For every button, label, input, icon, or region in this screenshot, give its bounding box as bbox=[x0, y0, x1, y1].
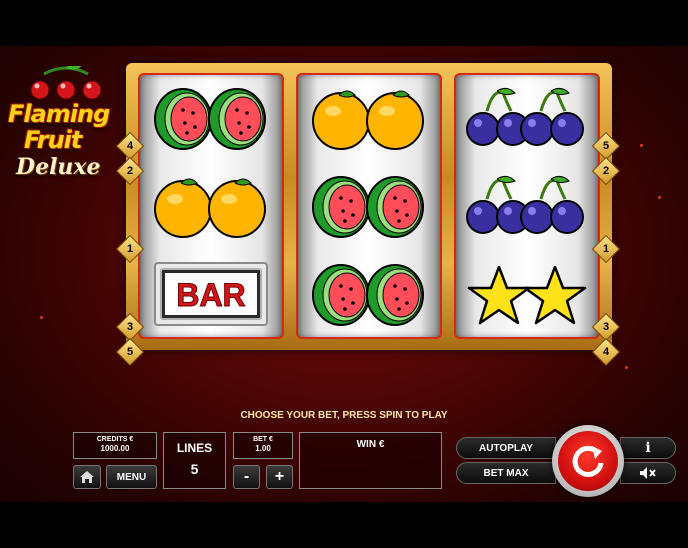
logo-title-line1: Flaming bbox=[8, 100, 110, 128]
credits-value: 1000.00 bbox=[100, 444, 130, 453]
payline-number: 4 bbox=[126, 140, 134, 152]
reel-3 bbox=[454, 73, 600, 339]
orange-symbol bbox=[298, 75, 440, 163]
bar-icon: BAR bbox=[154, 262, 268, 326]
home-button[interactable] bbox=[73, 465, 101, 489]
payline-number: 1 bbox=[602, 243, 610, 255]
orange-icon bbox=[154, 178, 266, 238]
credits-display: CREDITS € 1000.00 bbox=[73, 432, 157, 459]
watermelon-symbol bbox=[298, 163, 440, 251]
autoplay-button[interactable]: AUTOPLAY bbox=[456, 437, 556, 459]
ember-particle bbox=[640, 144, 643, 147]
plum-icon bbox=[466, 175, 584, 234]
watermelon-symbol bbox=[298, 251, 440, 339]
reel-frame: BAR bbox=[126, 63, 612, 350]
payline-number: 3 bbox=[602, 321, 610, 333]
spin-button-face bbox=[558, 431, 618, 491]
payline-number: 5 bbox=[602, 140, 610, 152]
watermelon-icon bbox=[312, 264, 424, 326]
ember-particle bbox=[40, 316, 43, 319]
bar-symbol: BAR bbox=[140, 251, 282, 339]
spin-button[interactable] bbox=[552, 425, 624, 497]
payline-number: 4 bbox=[602, 346, 610, 358]
watermelon-symbol bbox=[140, 75, 282, 163]
bet-value: 1.00 bbox=[255, 444, 271, 453]
payline-number: 1 bbox=[126, 243, 134, 255]
lines-label: LINES bbox=[176, 441, 213, 455]
lines-display: LINES 5 bbox=[163, 432, 226, 489]
win-display: WIN € bbox=[299, 432, 442, 489]
bet-label: BET € bbox=[253, 436, 273, 443]
info-button[interactable]: i bbox=[620, 437, 676, 459]
logo-title-line3: Deluxe bbox=[16, 154, 101, 180]
bet-display: BET € 1.00 bbox=[233, 432, 293, 459]
reel-1: BAR bbox=[138, 73, 284, 339]
payline-number: 2 bbox=[126, 165, 134, 177]
payline-number: 2 bbox=[602, 165, 610, 177]
orange-icon bbox=[312, 90, 424, 150]
bet-max-button[interactable]: BET MAX bbox=[456, 462, 556, 484]
logo-title-line2: Fruit bbox=[24, 126, 82, 154]
game-logo: Flaming Fruit Deluxe bbox=[6, 66, 124, 186]
plum-symbol bbox=[456, 163, 598, 251]
payline-number: 3 bbox=[126, 321, 134, 333]
star-symbol bbox=[456, 251, 598, 339]
watermelon-icon bbox=[154, 88, 266, 150]
svg-text:BAR: BAR bbox=[176, 277, 245, 313]
ember-particle bbox=[658, 196, 661, 199]
spin-arrow-icon bbox=[572, 445, 604, 477]
orange-symbol bbox=[140, 163, 282, 251]
lines-value: 5 bbox=[190, 461, 199, 477]
sound-button[interactable] bbox=[620, 462, 676, 484]
reel-2 bbox=[296, 73, 442, 339]
credits-label: CREDITS € bbox=[96, 436, 134, 443]
bet-decrease-button[interactable]: - bbox=[233, 465, 260, 489]
status-prompt: CHOOSE YOUR BET, PRESS SPIN TO PLAY bbox=[240, 410, 448, 421]
watermelon-icon bbox=[312, 176, 424, 238]
sound-muted-icon bbox=[640, 467, 656, 479]
info-icon: i bbox=[645, 440, 651, 456]
plum-icon bbox=[466, 87, 584, 146]
star-icon bbox=[467, 265, 587, 325]
win-label: WIN € bbox=[356, 439, 385, 450]
ember-particle bbox=[625, 366, 628, 369]
cherries-icon bbox=[30, 66, 102, 100]
bet-increase-button[interactable]: + bbox=[266, 465, 293, 489]
plum-symbol bbox=[456, 75, 598, 163]
menu-button[interactable]: MENU bbox=[106, 465, 157, 489]
payline-number: 5 bbox=[126, 346, 134, 358]
home-icon bbox=[80, 471, 94, 483]
